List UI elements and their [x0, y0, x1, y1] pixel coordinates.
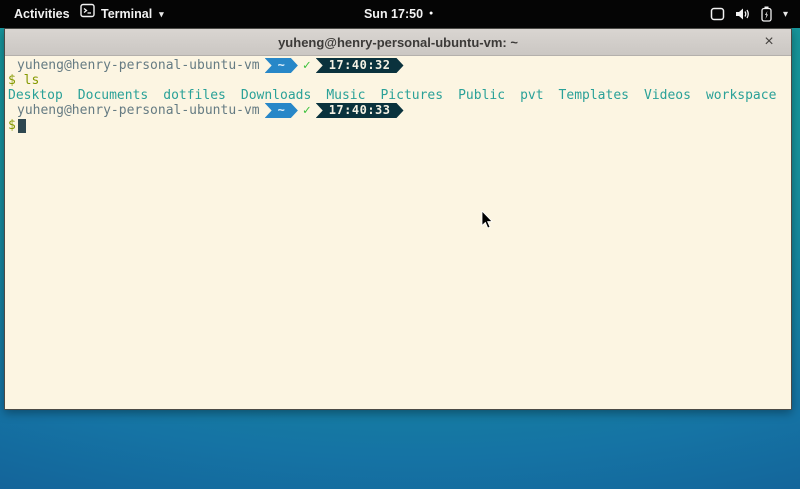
prompt-symbol: $ — [8, 73, 16, 88]
directory-name: Public — [458, 88, 505, 103]
prompt-line: yuheng@henry-personal-ubuntu-vm ~ ✓ 17:4… — [8, 58, 789, 73]
titlebar[interactable]: yuheng@henry-personal-ubuntu-vm: ~ × — [5, 29, 791, 56]
terminal-icon — [80, 0, 95, 28]
powerline-time-segment: 17:40:33 — [316, 103, 404, 118]
ls-output-line: Desktop Documents dotfiles Downloads Music Pi… — [8, 88, 789, 103]
prompt-user-host: yuheng@henry-personal-ubuntu-vm — [17, 58, 260, 73]
app-menu-label: Terminal — [101, 0, 152, 28]
chevron-down-icon: ▾ — [159, 0, 164, 28]
clock-button[interactable]: Sun 17:50 ● — [364, 0, 433, 28]
powerline-path-segment: ~ — [265, 58, 298, 73]
notification-dot: ● — [429, 0, 433, 28]
desktop: Activities Terminal ▾ Sun 17:50 ● — [0, 0, 800, 489]
clock-label: Sun 17:50 — [364, 0, 423, 28]
mouse-pointer-icon — [481, 211, 494, 235]
directory-name: pvt — [520, 88, 543, 103]
app-menu-terminal[interactable]: Terminal ▾ — [80, 0, 164, 28]
system-tray-button[interactable]: ▾ — [704, 0, 794, 28]
terminal-content[interactable]: yuheng@henry-personal-ubuntu-vm ~ ✓ 17:4… — [5, 56, 791, 409]
directory-name: Downloads — [241, 88, 311, 103]
powerline-time-segment: 17:40:32 — [316, 58, 404, 73]
battery-charging-icon — [761, 6, 772, 22]
terminal-window: yuheng@henry-personal-ubuntu-vm: ~ × yuh… — [4, 28, 792, 410]
directory-name: Desktop — [8, 88, 63, 103]
display-icon — [710, 7, 725, 21]
command-text: ls — [24, 73, 40, 88]
top-bar: Activities Terminal ▾ Sun 17:50 ● — [0, 0, 800, 28]
volume-icon — [735, 7, 751, 21]
directory-name: Music — [326, 88, 365, 103]
directory-name: Pictures — [380, 88, 443, 103]
directory-name: workspace — [706, 88, 776, 103]
window-title: yuheng@henry-personal-ubuntu-vm: ~ — [278, 35, 518, 50]
prompt-line: yuheng@henry-personal-ubuntu-vm ~ ✓ 17:4… — [8, 103, 789, 118]
chevron-down-icon: ▾ — [783, 9, 788, 20]
prompt-symbol: $ — [8, 118, 16, 133]
status-check-icon: ✓ — [303, 103, 311, 118]
close-button[interactable]: × — [759, 29, 779, 56]
command-line: $ ls — [8, 73, 789, 88]
input-line[interactable]: $ — [8, 118, 789, 133]
directory-name: dotfiles — [163, 88, 226, 103]
prompt-user-host: yuheng@henry-personal-ubuntu-vm — [17, 103, 260, 118]
directory-name: Documents — [78, 88, 148, 103]
directory-name: Videos — [644, 88, 691, 103]
directory-name: Templates — [559, 88, 629, 103]
status-check-icon: ✓ — [303, 58, 311, 73]
text-cursor — [18, 119, 26, 133]
powerline-path-segment: ~ — [265, 103, 298, 118]
activities-button[interactable]: Activities — [10, 0, 74, 28]
